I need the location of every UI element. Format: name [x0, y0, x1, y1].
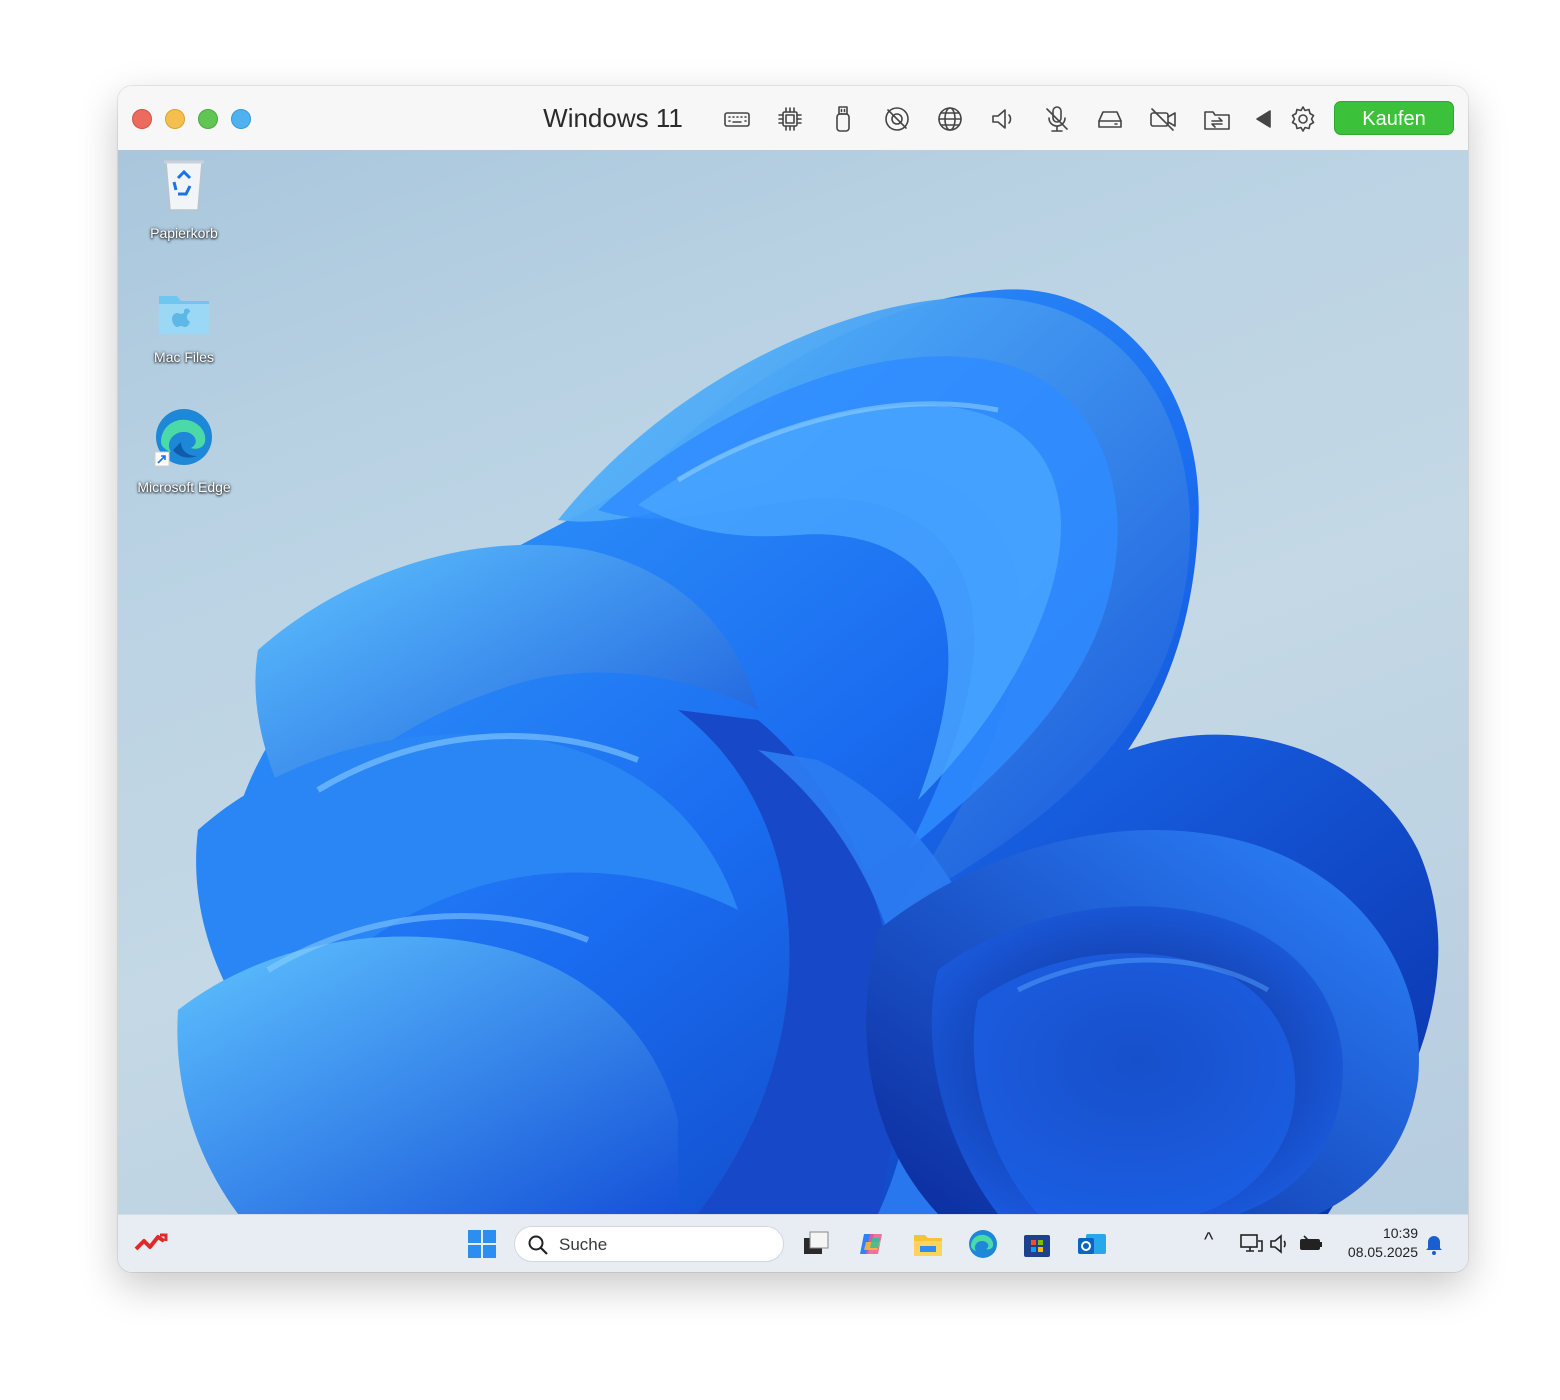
copilot-icon[interactable] [856, 1228, 888, 1260]
play-back-icon[interactable] [1246, 102, 1280, 136]
vm-window: Windows 11 Kaufen Papierkorb Mac Files M… [118, 86, 1468, 1272]
window-title: Windows 11 [543, 103, 683, 133]
start-icon[interactable] [466, 1228, 498, 1260]
title-bar: Windows 11 Kaufen [118, 86, 1468, 151]
desktop-icon-label: Mac Files [154, 349, 214, 365]
network-icon[interactable] [933, 102, 967, 136]
clock-date: 08.05.2025 [1347, 1244, 1418, 1260]
tray-battery-icon[interactable] [1298, 1232, 1324, 1256]
cpu-icon[interactable] [773, 102, 807, 136]
store-icon[interactable] [1021, 1228, 1053, 1260]
parallels-icon[interactable] [134, 1229, 168, 1259]
settings-gear-icon[interactable] [1286, 102, 1320, 136]
tray-network-icon[interactable] [1238, 1232, 1264, 1256]
keyboard-icon[interactable] [720, 102, 754, 136]
speaker-icon[interactable] [986, 102, 1020, 136]
shared-folder-icon[interactable] [1200, 102, 1234, 136]
notification-bell-icon[interactable] [1424, 1232, 1444, 1256]
usb-icon[interactable] [826, 102, 860, 136]
wallpaper-bloom [177, 289, 1439, 1214]
tray-clock[interactable]: 10:39 08.05.2025 [1330, 1224, 1418, 1262]
clock-time: 10:39 [1382, 1225, 1418, 1241]
desktop-icon-mac-files[interactable]: Mac Files [118, 290, 254, 365]
zoom-button[interactable] [198, 109, 218, 129]
taskbar-search[interactable]: Suche [514, 1226, 784, 1262]
recycle-bin-icon [164, 160, 204, 211]
mac-folder-icon [159, 296, 209, 334]
close-button[interactable] [132, 109, 152, 129]
edge-taskbar-icon[interactable] [967, 1228, 999, 1260]
buy-button[interactable]: Kaufen [1334, 101, 1454, 135]
no-camera-icon[interactable] [880, 102, 914, 136]
desktop-icon-label: Microsoft Edge [137, 479, 231, 495]
tray-chevron[interactable]: ^ [1204, 1229, 1213, 1252]
desktop-icon-label: Papierkorb [150, 225, 218, 241]
search-placeholder: Suche [559, 1235, 608, 1254]
file-explorer-icon[interactable] [912, 1228, 944, 1260]
drive-icon[interactable] [1093, 102, 1127, 136]
camera-off-icon[interactable] [1146, 102, 1180, 136]
minimize-button[interactable] [165, 109, 185, 129]
microphone-icon[interactable] [1040, 102, 1074, 136]
task-view-icon[interactable] [800, 1228, 832, 1260]
search-icon [528, 1235, 548, 1255]
outlook-icon[interactable] [1076, 1228, 1108, 1260]
desktop-icon-edge[interactable]: Microsoft Edge [118, 406, 254, 495]
desktop-icon-recycle-bin[interactable]: Papierkorb [118, 156, 254, 241]
edge-icon [154, 409, 212, 467]
tray-volume-icon[interactable] [1268, 1232, 1292, 1256]
extra-window-button[interactable] [231, 109, 251, 129]
taskbar: Suche ^ 10:39 08.05.2025 [118, 1214, 1468, 1272]
desktop[interactable]: Papierkorb Mac Files Microsoft Edge [118, 150, 1468, 1214]
